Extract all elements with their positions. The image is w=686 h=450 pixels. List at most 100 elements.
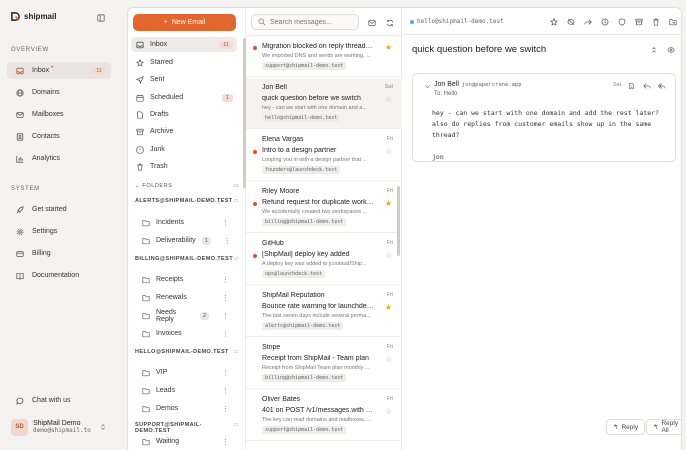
nav-item-label: Analytics [32,155,61,162]
nav-item-analytics[interactable]: Analytics [7,150,111,167]
folder-group-header: SUPPORT@SHIPMAIL-DEMO.TEST ▭ [135,422,239,434]
more-icon[interactable]: ⋮ [224,237,231,245]
chat-with-us-link[interactable]: Chat with us [7,392,111,409]
message-row[interactable]: Riley Moore Fri Refund request for dupli… [246,182,402,233]
folder-icon [141,236,150,245]
folder-item[interactable]: Leads ⋮ [131,383,235,398]
folder-item[interactable]: Needs Reply 2 ⋮ [131,308,235,323]
star-icon[interactable]: ☆ [385,147,392,156]
refresh-icon[interactable] [385,18,394,27]
folder-count: 1 [201,236,211,245]
folder-group-name: HELLO@SHIPMAIL-DEMO.TEST [135,349,229,355]
nav-item-inbox[interactable]: Inbox • 11 [7,62,111,79]
folder-item[interactable]: Deliverability 1 ⋮ [131,233,235,248]
more-icon[interactable]: ⋮ [222,294,229,302]
nav-item-mailboxes[interactable]: Mailboxes [7,106,111,123]
star-icon[interactable]: ☆ [385,95,392,104]
more-icon[interactable]: ⋮ [222,312,229,320]
more-icon[interactable]: ⋮ [222,405,229,413]
folder-drafts[interactable]: Drafts [131,107,237,122]
folder-sent[interactable]: Sent [131,72,237,87]
star-icon[interactable]: ☆ [385,407,392,416]
folder-starred[interactable]: Starred [131,55,237,70]
message-subject: 401 on POST /v1/messages.with co... [262,407,374,414]
folder-label: Inbox [150,41,168,48]
message-row[interactable]: Stripe Fri Receipt from ShipMail - Team … [246,338,402,389]
more-icon[interactable]: ⋮ [222,369,229,377]
folder-item[interactable]: Incidents ⋮ [131,215,235,230]
folder-item[interactable]: Renewals ⋮ [131,290,235,305]
message-row[interactable]: ShipMail Reputation Fri Bounce rate warn… [246,286,402,337]
more-icon[interactable]: ⋮ [222,276,229,284]
folder-junk[interactable]: Junk [131,142,237,157]
message-row[interactable]: GitHub Fri [ShipMail] deploy key added ☆… [246,234,402,285]
more-icon[interactable]: ⋮ [222,219,229,227]
add-folder-icon[interactable]: ▭ [233,256,239,262]
eye-icon[interactable] [666,45,675,54]
trash-icon[interactable] [651,17,660,26]
reply-icon[interactable] [642,81,651,90]
folder-label: Drafts [150,111,169,118]
more-icon[interactable]: ⋮ [222,330,229,338]
message-preview: Receipt from ShipMail Team plan monthly … [262,365,370,371]
folder-item[interactable]: Demos ⋮ [131,401,235,416]
star-icon[interactable] [549,17,558,26]
folder-scheduled[interactable]: Scheduled 1 [131,90,237,105]
folder-item[interactable]: Invoices ⋮ [131,326,235,341]
archive-icon[interactable] [634,17,643,26]
nav-item-domains[interactable]: Domains [7,84,111,101]
file-icon[interactable] [627,81,636,90]
reply-button[interactable]: ↰ Reply [606,419,646,435]
message-body: hey - can we start with one domain and a… [432,109,659,161]
brand[interactable]: shipmail [11,12,56,21]
nav-item-label: Mailboxes [32,111,64,118]
more-icon[interactable]: ⋮ [222,387,229,395]
star-icon[interactable]: ★ [385,43,392,52]
star-icon[interactable]: ★ [385,199,392,208]
message-list-scrollbar[interactable] [397,186,400,256]
chevron-down-icon[interactable] [423,82,432,91]
account-switcher[interactable]: SD ShipMail Demo demo@shipmail.to [7,415,111,439]
star-icon[interactable]: ★ [385,303,392,312]
message-row[interactable]: Oliver Bates Fri 401 on POST /v1/message… [246,390,402,441]
folder-move-icon[interactable] [668,17,677,26]
add-folder-icon[interactable]: ▭ [233,349,239,355]
nav-item-get-started[interactable]: Get started [7,201,111,218]
search-input[interactable] [270,18,360,26]
forward-icon[interactable] [583,17,592,26]
folder-inbox[interactable]: Inbox 11 [131,37,237,52]
add-folder-icon[interactable]: ▭ [233,422,239,434]
message-subject: Refund request for duplicate workspaces [262,199,374,206]
account-email: demo@shipmail.to [33,427,91,434]
folder-column: + New Email Inbox 11 Starred Sent Schedu… [128,8,246,450]
message-row[interactable]: Migration blocked on reply threading ★ W… [246,36,402,77]
folder-group-header: ALERTS@SHIPMAIL-DEMO.TEST ▭ [135,198,239,204]
spam-shield-icon[interactable] [617,17,626,26]
folders-section-header[interactable]: ⌄ FOLDERS ▭ [135,183,239,189]
folder-item[interactable]: VIP ⋮ [131,365,235,380]
folder-trash[interactable]: Trash [131,159,237,174]
nav-item-settings[interactable]: Settings [7,223,111,240]
reply-all-button[interactable]: ↰ Reply All [646,419,681,435]
message-row[interactable]: Elena Vargas Fri Intro to a design partn… [246,130,402,181]
new-email-button[interactable]: + New Email [133,14,236,31]
collapse-thread-icon[interactable] [649,45,658,54]
nav-item-documentation[interactable]: Documentation [7,267,111,284]
star-icon[interactable]: ☆ [385,251,392,260]
clock-icon[interactable] [600,17,609,26]
mark-unread-icon[interactable] [566,17,575,26]
nav-item-billing[interactable]: Billing [7,245,111,262]
message-row[interactable]: Jon Bell Sat quick question before we sw… [246,78,402,129]
folder-item[interactable]: Receipts ⋮ [131,272,235,287]
sidebar-collapse-icon[interactable] [96,13,105,22]
mark-read-icon[interactable] [367,18,376,27]
add-folder-icon[interactable]: ▭ [233,198,239,204]
folder-item[interactable]: Waiting ⋮ [131,434,235,449]
more-icon[interactable]: ⋮ [222,438,229,446]
reply-all-icon[interactable] [657,81,666,90]
star-icon[interactable]: ☆ [385,355,392,364]
add-folder-icon[interactable]: ▭ [233,183,239,189]
nav-item-contacts[interactable]: Contacts [7,128,111,145]
search-box[interactable] [251,14,360,30]
folder-archive[interactable]: Archive [131,124,237,139]
